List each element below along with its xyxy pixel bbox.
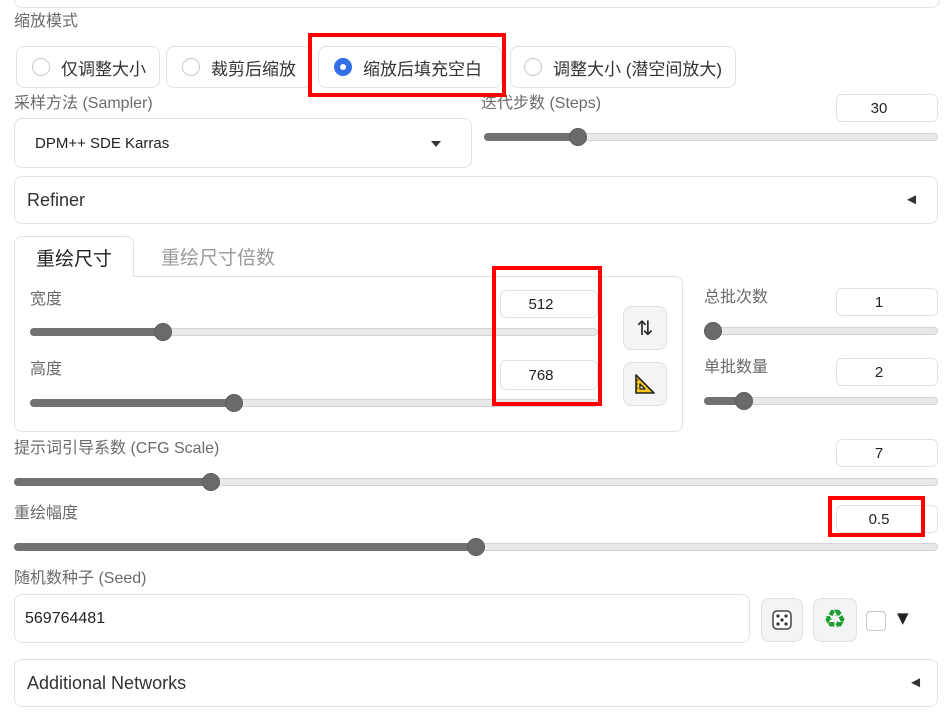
- height-slider[interactable]: [30, 394, 598, 412]
- random-seed-button[interactable]: [761, 598, 803, 642]
- radio-circle-icon: [334, 58, 352, 76]
- seed-extra-checkbox[interactable]: [866, 611, 886, 631]
- radio-circle-icon: [182, 58, 200, 76]
- slider-fill: [14, 543, 476, 551]
- collapse-arrow-icon: ◄: [908, 674, 923, 691]
- steps-slider[interactable]: [484, 128, 938, 146]
- height-label: 高度: [30, 361, 63, 378]
- resize-mode-label: 缩放模式: [14, 13, 79, 30]
- recycle-icon: ♻: [823, 605, 847, 635]
- slider-thumb[interactable]: [225, 394, 244, 412]
- radio-circle-icon: [32, 58, 50, 76]
- refiner-title: Refiner: [27, 189, 86, 210]
- tab-resize-to[interactable]: 重绘尺寸: [14, 236, 134, 277]
- tab-resize-by[interactable]: 重绘尺寸倍数: [158, 236, 278, 277]
- width-number-input[interactable]: [500, 290, 598, 318]
- swap-dimensions-icon: ⇅: [636, 316, 654, 340]
- radio-circle-icon: [524, 58, 542, 76]
- slider-thumb[interactable]: [201, 473, 220, 491]
- denoising-label: 重绘幅度: [14, 505, 79, 522]
- triangle-ruler-icon: [635, 374, 655, 394]
- batch-count-slider[interactable]: [704, 322, 938, 340]
- aspect-ratio-button[interactable]: [623, 362, 667, 406]
- sampler-value: DPM++ SDE Karras: [35, 134, 170, 152]
- top-panel-edge: [14, 0, 940, 8]
- batch-size-label: 单批数量: [704, 359, 769, 376]
- width-slider[interactable]: [30, 323, 598, 341]
- cfg-scale-number-input[interactable]: [836, 439, 938, 467]
- batch-size-number-input[interactable]: [836, 358, 938, 386]
- batch-count-label: 总批次数: [704, 289, 769, 306]
- slider-thumb[interactable]: [154, 323, 173, 341]
- additional-networks-accordion[interactable]: Additional Networks ◄: [14, 659, 938, 707]
- refiner-accordion[interactable]: Refiner ◄: [14, 176, 938, 224]
- slider-thumb[interactable]: [569, 128, 588, 146]
- caret-down-icon: [431, 141, 441, 147]
- slider-track: [704, 327, 938, 335]
- slider-thumb[interactable]: [467, 538, 485, 556]
- batch-count-number-input[interactable]: [836, 288, 938, 316]
- resize-option-label: 调整大小 (潜空间放大): [553, 59, 723, 79]
- denoising-number-input[interactable]: [836, 505, 938, 533]
- sampler-dropdown[interactable]: DPM++ SDE Karras: [14, 118, 472, 168]
- dice-icon: [772, 610, 792, 630]
- additional-networks-title: Additional Networks: [27, 672, 187, 693]
- steps-label: 迭代步数 (Steps): [481, 95, 602, 112]
- resize-option-crop-and-resize[interactable]: 裁剪后缩放: [166, 46, 312, 88]
- resize-option-label: 裁剪后缩放: [211, 59, 296, 79]
- resize-option-label: 仅调整大小: [61, 59, 146, 79]
- resize-option-latent-upscale[interactable]: 调整大小 (潜空间放大): [510, 46, 736, 88]
- width-label: 宽度: [30, 291, 63, 308]
- cfg-scale-label: 提示词引导系数 (CFG Scale): [14, 440, 220, 457]
- slider-fill: [30, 399, 235, 407]
- slider-fill: [484, 133, 579, 141]
- seed-input[interactable]: [14, 594, 750, 643]
- denoising-slider[interactable]: [14, 538, 938, 556]
- seed-extra-toggle-icon[interactable]: ▼: [897, 611, 909, 626]
- cfg-scale-slider[interactable]: [14, 473, 938, 491]
- slider-fill: [30, 328, 164, 336]
- collapse-arrow-icon: ◄: [904, 191, 919, 208]
- reuse-seed-button[interactable]: ♻: [813, 598, 857, 642]
- slider-thumb[interactable]: [704, 322, 722, 340]
- img2img-settings-panel: 缩放模式 仅调整大小 裁剪后缩放 缩放后填充空白 调整大小 (潜空间放大) 采样…: [0, 0, 944, 713]
- sampler-label: 采样方法 (Sampler): [14, 95, 153, 112]
- height-number-input[interactable]: [500, 360, 598, 390]
- resize-option-label: 缩放后填充空白: [363, 59, 482, 79]
- slider-thumb[interactable]: [734, 392, 753, 410]
- resize-option-just-resize[interactable]: 仅调整大小: [16, 46, 160, 88]
- seed-label: 随机数种子 (Seed): [14, 570, 147, 587]
- batch-size-slider[interactable]: [704, 392, 938, 410]
- steps-number-input[interactable]: [836, 94, 938, 122]
- swap-dimensions-button[interactable]: ⇅: [623, 306, 667, 350]
- resize-option-resize-and-fill[interactable]: 缩放后填充空白: [318, 46, 502, 88]
- slider-fill: [14, 478, 211, 486]
